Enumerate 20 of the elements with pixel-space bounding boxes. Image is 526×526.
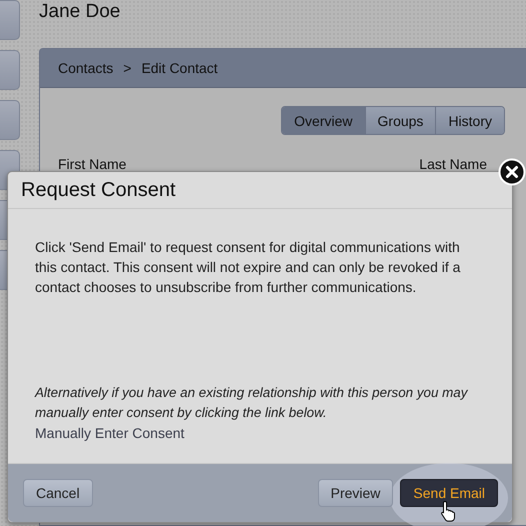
page-title: Jane Doe — [39, 0, 122, 24]
breadcrumb-item[interactable]: Contacts — [58, 60, 114, 76]
sidebar-tab[interactable] — [0, 100, 20, 140]
tab[interactable]: History — [435, 107, 504, 134]
breadcrumb-item[interactable]: Edit Contact — [141, 60, 218, 76]
manual-consent-link[interactable]: Manually Enter Consent — [35, 423, 184, 443]
dialog-button[interactable]: Preview — [318, 479, 394, 507]
sidebar-tab[interactable] — [0, 50, 20, 90]
dialog-button[interactable]: Cancel — [23, 479, 93, 507]
sidebar-tab[interactable] — [0, 0, 20, 40]
dialog-message: Click 'Send Email' to request consent for digital communications with this contact. This consent will not expire and can only be revoked if a contact chooses to unsubscribe from further communications. — [35, 238, 462, 297]
tab[interactable]: Groups — [364, 107, 436, 134]
dialog-title: Request Consent — [21, 178, 176, 202]
hand-cursor-icon — [440, 500, 456, 522]
send-email-button[interactable]: Send Email — [400, 479, 498, 507]
tab[interactable]: Overview — [282, 107, 365, 134]
breadcrumb-separator: > — [123, 60, 132, 76]
dialog-note: Alternatively if you have an existing relationship with this person you may manually enter consent by clicking the link below. — [35, 384, 469, 422]
field-label: First Name — [58, 156, 126, 172]
field-label: Last Name — [419, 156, 487, 172]
